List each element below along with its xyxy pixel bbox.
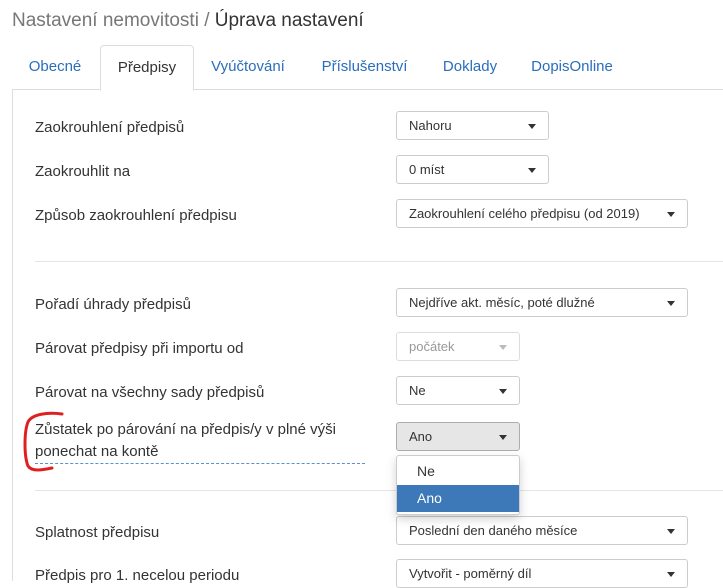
label-poradi-uhrady: Pořadí úhrady předpisů xyxy=(35,296,191,313)
select-value: Ne xyxy=(409,383,426,398)
tab-prislusenstvi[interactable]: Příslušenství xyxy=(312,45,417,88)
dropdown-option-ano[interactable]: Ano xyxy=(397,485,519,512)
select-value: Poslední den daného měsíce xyxy=(409,523,578,538)
label-zustatek-po-parovani: Zůstatek po párování na předpis/y v plné… xyxy=(35,419,365,464)
annotation-bracket xyxy=(23,411,64,472)
caret-down-icon xyxy=(667,301,675,306)
label-parovat-vsechny-sady: Párovat na všechny sady předpisů xyxy=(35,384,265,401)
label-zaokrouhleni: Zaokrouhlení předpisů xyxy=(35,119,185,136)
label-zpusob-zaokrouhleni: Způsob zaokrouhlení předpisu xyxy=(35,207,237,224)
select-predpis-necela-perioda[interactable]: Vytvořit - poměrný díl xyxy=(396,559,688,588)
dropdown-menu: Ne Ano xyxy=(396,455,520,515)
select-value: Ano xyxy=(409,429,433,444)
tab-dopisonline[interactable]: DopisOnline xyxy=(522,45,622,88)
select-poradi-uhrady[interactable]: Nejdříve akt. měsíc, poté dlužné xyxy=(396,288,688,317)
caret-down-icon xyxy=(667,572,675,577)
select-value: Nahoru xyxy=(409,118,452,133)
breadcrumb-current: Úprava nastavení xyxy=(214,10,364,31)
select-value: Zaokrouhlení celého předpisu (od 2019) xyxy=(409,206,640,221)
caret-down-icon xyxy=(499,345,507,350)
caret-down-icon xyxy=(499,435,507,440)
label-splatnost: Splatnost předpisu xyxy=(35,524,160,541)
select-value: Vytvořit - poměrný díl xyxy=(409,566,532,581)
breadcrumb-separator: / xyxy=(204,10,210,31)
label-parovat-import: Párovat předpisy při importu od xyxy=(35,340,244,357)
tab-bar: Obecné Předpisy Vyúčtování Příslušenství… xyxy=(12,45,723,91)
select-parovat-vsechny-sady[interactable]: Ne xyxy=(396,376,520,405)
select-parovat-import: počátek xyxy=(396,332,520,361)
select-zaokrouhleni[interactable]: Nahoru xyxy=(396,111,549,140)
section-divider xyxy=(35,490,723,491)
tab-obecne[interactable]: Obecné xyxy=(12,45,98,88)
label-zaokrouhlit-na: Zaokrouhlit na xyxy=(35,163,131,180)
caret-down-icon xyxy=(528,124,536,129)
tab-doklady[interactable]: Doklady xyxy=(430,45,510,88)
tab-vyuctovani[interactable]: Vyúčtování xyxy=(198,45,298,88)
caret-down-icon xyxy=(499,389,507,394)
select-zpusob-zaokrouhleni[interactable]: Zaokrouhlení celého předpisu (od 2019) xyxy=(396,199,688,228)
label-predpis-necela-perioda: Předpis pro 1. necelou periodu xyxy=(35,567,240,584)
caret-down-icon xyxy=(667,529,675,534)
select-value: počátek xyxy=(409,339,455,354)
select-value: 0 míst xyxy=(409,162,445,177)
tab-predpisy[interactable]: Předpisy xyxy=(100,45,194,91)
page-title: Nastavení nemovitosti / Úprava nastavení xyxy=(12,10,364,32)
section-divider xyxy=(35,261,723,262)
select-zustatek-po-parovani[interactable]: Ano xyxy=(396,422,520,451)
caret-down-icon xyxy=(667,212,675,217)
dropdown-option-ne[interactable]: Ne xyxy=(397,458,519,485)
caret-down-icon xyxy=(528,168,536,173)
select-value: Nejdříve akt. měsíc, poté dlužné xyxy=(409,295,595,310)
select-zaokrouhlit-na[interactable]: 0 míst xyxy=(396,155,549,184)
breadcrumb-parent: Nastavení nemovitosti xyxy=(12,10,199,31)
select-splatnost[interactable]: Poslední den daného měsíce xyxy=(396,516,688,545)
